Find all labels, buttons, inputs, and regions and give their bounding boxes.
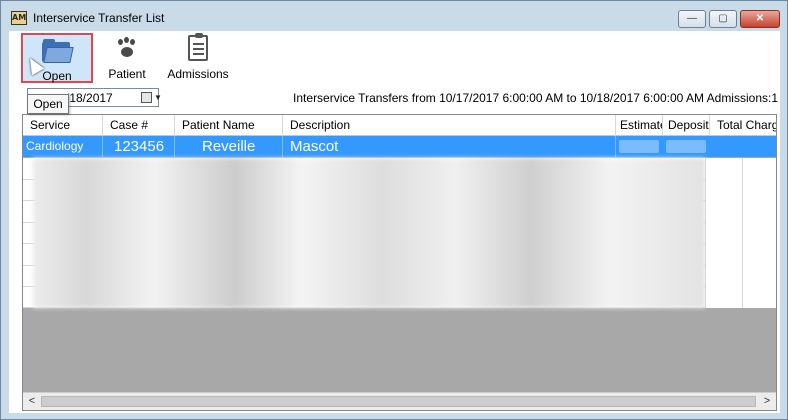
column-header-case[interactable]: Case # (103, 115, 175, 136)
folder-icon (42, 39, 74, 63)
scroll-left-icon[interactable]: < (25, 394, 39, 409)
interservice-transfer-window: AM Interservice Transfer List — ▢ ✕ Open (0, 0, 788, 420)
calendar-icon[interactable] (141, 92, 152, 103)
transfer-grid[interactable]: Service Case # Patient Name Description … (22, 114, 777, 411)
redacted-deposit (666, 140, 706, 153)
column-header-description[interactable]: Description (283, 115, 616, 136)
cell-patient-name: Reveille (175, 136, 283, 157)
patient-label: Patient (108, 67, 146, 81)
app-icon: AM (11, 11, 27, 25)
cell-description: Mascot (283, 136, 616, 157)
maximize-button[interactable]: ▢ (709, 10, 737, 28)
open-tooltip: Open (27, 94, 69, 114)
title-bar[interactable]: AM Interservice Transfer List — ▢ ✕ (1, 1, 787, 31)
paw-icon (115, 37, 139, 61)
patient-button[interactable]: Patient (101, 33, 153, 83)
clipboard-icon (188, 33, 208, 61)
column-header-patient-name[interactable]: Patient Name (175, 115, 283, 136)
blurred-rows (23, 158, 776, 308)
close-button[interactable]: ✕ (740, 10, 780, 28)
column-header-estimate[interactable]: Estimate (616, 115, 663, 136)
cell-service: Cardiology (23, 136, 103, 157)
admissions-button[interactable]: Admissions (161, 33, 235, 83)
column-header-service[interactable]: Service (23, 115, 103, 136)
toolbar: Open Patient Admissions (9, 31, 780, 87)
column-header-total-charges[interactable]: Total Charg (710, 115, 776, 136)
transfers-info-text: Interservice Transfers from 10/17/2017 6… (293, 91, 778, 105)
horizontal-scrollbar[interactable]: < > (23, 392, 776, 410)
table-row-selected[interactable]: Cardiology 123456 Reveille Mascot (23, 136, 776, 157)
scroll-thumb[interactable] (41, 396, 756, 407)
chevron-down-icon[interactable]: ▼ (154, 93, 162, 102)
admissions-label: Admissions (167, 67, 229, 81)
client-area: Open Patient Admissions /18/2017 ▼ Open … (9, 31, 780, 413)
date-value: /18/2017 (66, 91, 113, 105)
total-charges-column (705, 158, 776, 308)
minimize-button[interactable]: — (678, 10, 706, 28)
grid-header: Service Case # Patient Name Description … (23, 115, 776, 136)
scroll-right-icon[interactable]: > (760, 394, 774, 409)
column-header-deposit[interactable]: Deposit (663, 115, 710, 136)
window-title: Interservice Transfer List (33, 11, 165, 25)
redacted-region (33, 158, 705, 308)
redacted-estimate (619, 140, 659, 153)
cell-case-number: 123456 (103, 136, 175, 157)
filter-row: /18/2017 ▼ Open Interservice Transfers f… (9, 87, 780, 114)
